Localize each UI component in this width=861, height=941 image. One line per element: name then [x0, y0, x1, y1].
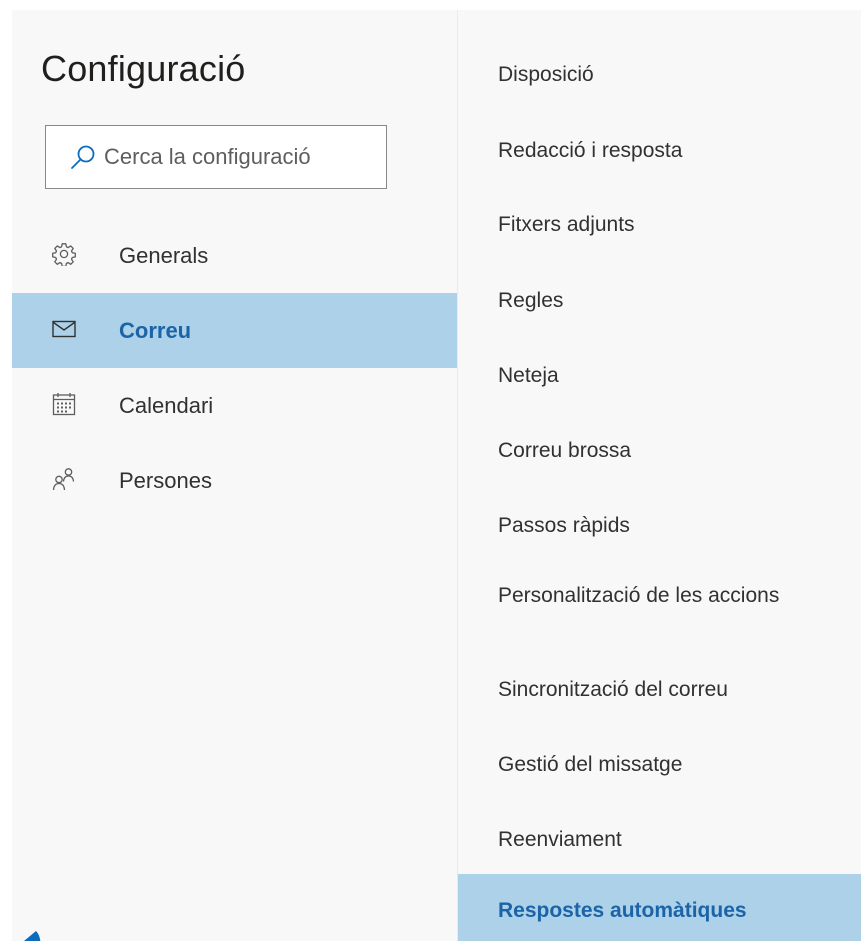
search-input[interactable] [104, 144, 364, 170]
mail-icon [52, 320, 76, 338]
subnav-item-label: Fitxers adjunts [498, 213, 635, 236]
nav-item-generals[interactable]: Generals [12, 218, 457, 293]
subnav-item-redaccio[interactable]: Redacció i resposta [458, 130, 861, 170]
nav-item-label: Generals [119, 243, 209, 268]
subnav-item-reenviament[interactable]: Reenviament [458, 820, 861, 860]
subnav-item-label: Correu brossa [498, 439, 632, 462]
subnav-item-fitxers-adjunts[interactable]: Fitxers adjunts [458, 205, 861, 245]
nav-item-label: Persones [119, 468, 212, 493]
settings-nav-pane: Configuració Generals Correu [12, 10, 457, 941]
nav-item-correu[interactable]: Correu [12, 293, 457, 368]
subnav-item-label: Redacció i resposta [498, 139, 683, 162]
search-icon [71, 145, 95, 169]
mail-settings-pane: Disposició Redacció i resposta Fitxers a… [457, 10, 861, 941]
subnav-item-label: Reenviament [498, 828, 622, 851]
corner-decoration [24, 931, 41, 941]
subnav-item-label: Passos ràpids [498, 514, 630, 537]
nav-item-label: Correu [119, 318, 192, 343]
people-icon [52, 468, 75, 491]
subnav-item-neteja[interactable]: Neteja [458, 355, 861, 395]
nav-item-calendari[interactable]: Calendari [12, 368, 457, 443]
nav-item-label: Calendari [119, 393, 214, 418]
subnav-item-label: Disposició [498, 63, 594, 86]
subnav-item-label: Respostes automàtiques [498, 899, 747, 922]
calendar-icon [52, 393, 76, 416]
subnav-item-passos-rapids[interactable]: Passos ràpids [458, 505, 861, 545]
subnav-item-label: Regles [498, 289, 564, 312]
subnav-item-label: Personalització de les accions [498, 584, 780, 607]
subnav-item-personalitzacio[interactable]: Personalització de les accions [458, 580, 861, 640]
subnav-item-label: Gestió del missatge [498, 753, 683, 776]
subnav-item-label: Sincronització del correu [498, 678, 728, 701]
nav-item-persones[interactable]: Persones [12, 443, 457, 518]
settings-title: Configuració [41, 48, 246, 89]
subnav-item-disposicio[interactable]: Disposició [458, 55, 861, 95]
subnav-item-gestio-missatge[interactable]: Gestió del missatge [458, 745, 861, 785]
settings-nav-list: Generals Correu Calendari Persones [12, 218, 457, 518]
subnav-item-correu-brossa[interactable]: Correu brossa [458, 430, 861, 470]
subnav-item-label: Neteja [498, 364, 559, 387]
gear-icon [52, 243, 76, 266]
subnav-item-respostes-automatiques[interactable]: Respostes automàtiques [458, 874, 861, 941]
search-box[interactable] [45, 125, 387, 189]
subnav-item-regles[interactable]: Regles [458, 280, 861, 320]
subnav-item-sincronitzacio[interactable]: Sincronització del correu [458, 670, 861, 710]
